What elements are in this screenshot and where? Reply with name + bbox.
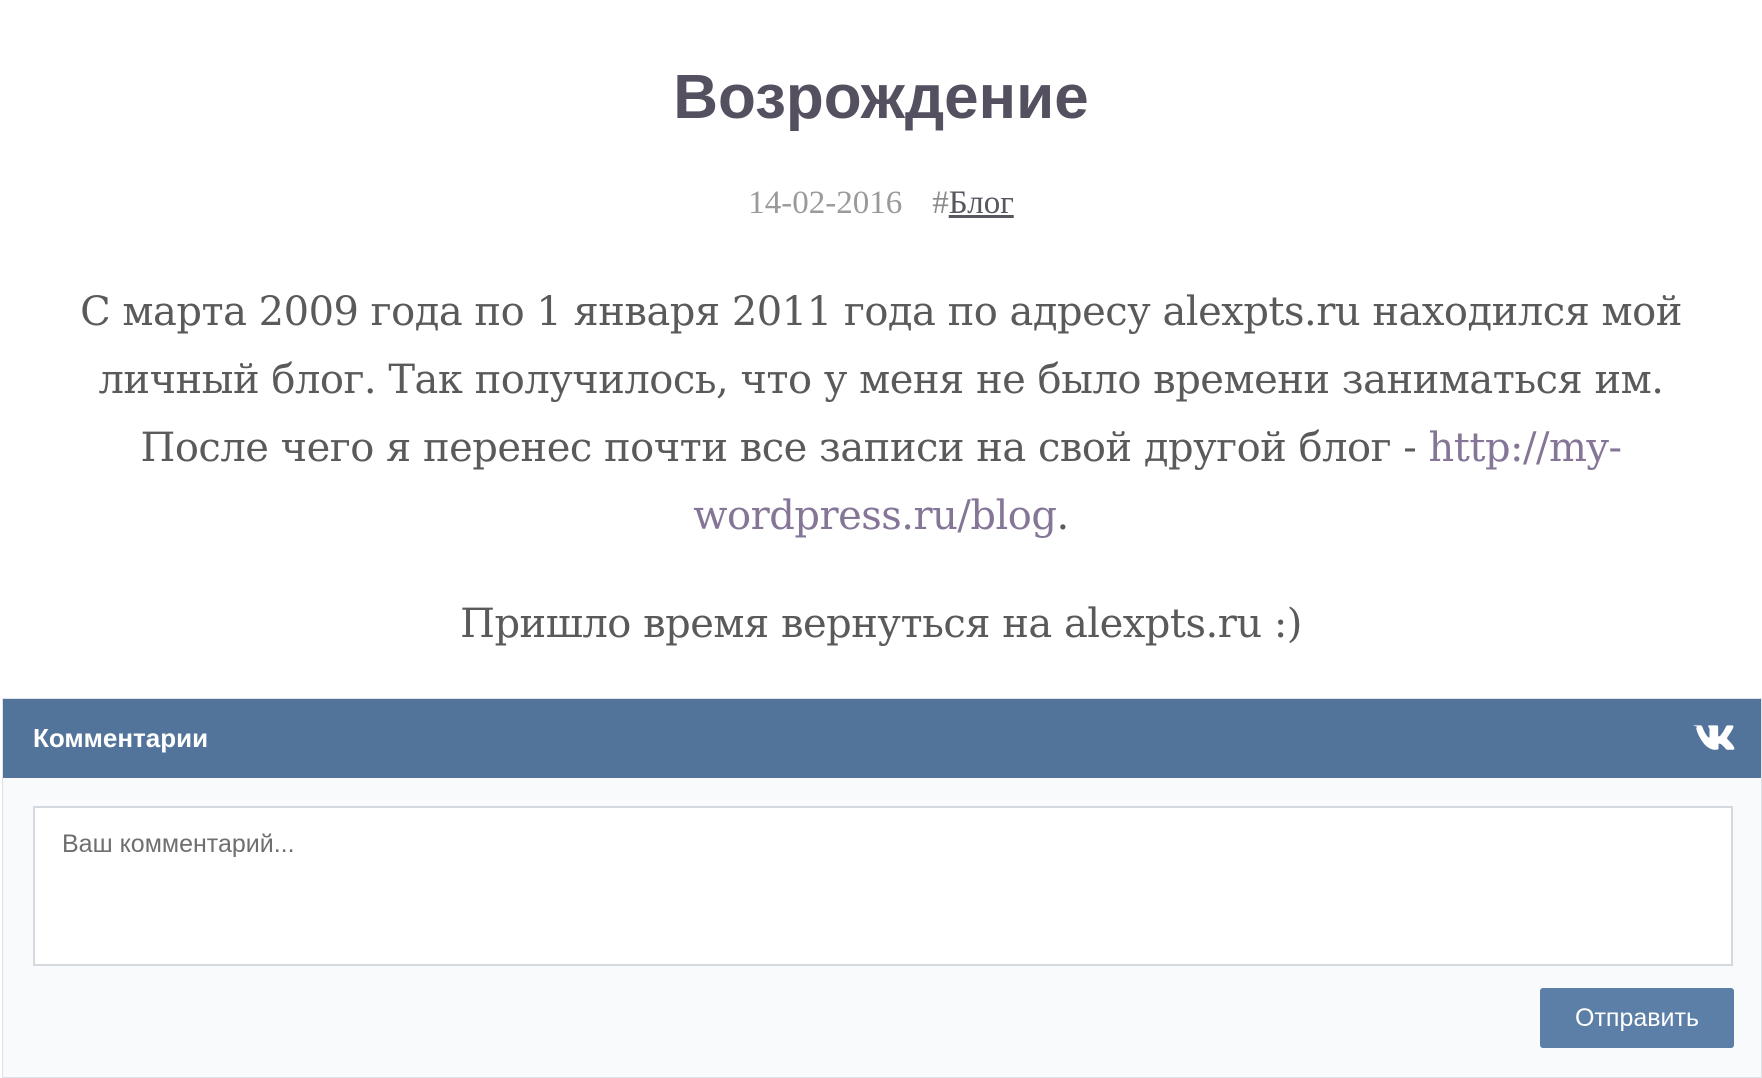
tag-link-blog[interactable]: Блог [949, 185, 1014, 221]
submit-comment-button[interactable]: Отправить [1540, 988, 1734, 1048]
tag-hash: # [932, 185, 949, 221]
vk-logo-icon[interactable] [1692, 723, 1736, 753]
post-meta: 14-02-2016 #Блог [0, 183, 1762, 223]
post-date: 14-02-2016 [748, 185, 903, 221]
comment-input[interactable] [33, 806, 1733, 966]
comments-header: Комментарии [3, 699, 1761, 778]
comments-title: Комментарии [33, 723, 209, 753]
post-title: Возрождение [673, 63, 1089, 132]
post-paragraph-1: С марта 2009 года по 1 января 2011 года … [60, 278, 1702, 550]
comments-widget: Комментарии Отправить [2, 698, 1762, 1078]
paragraph-1-end: . [1056, 493, 1069, 539]
post-paragraph-2: Пришло время вернуться на alexpts.ru :) [460, 601, 1302, 647]
